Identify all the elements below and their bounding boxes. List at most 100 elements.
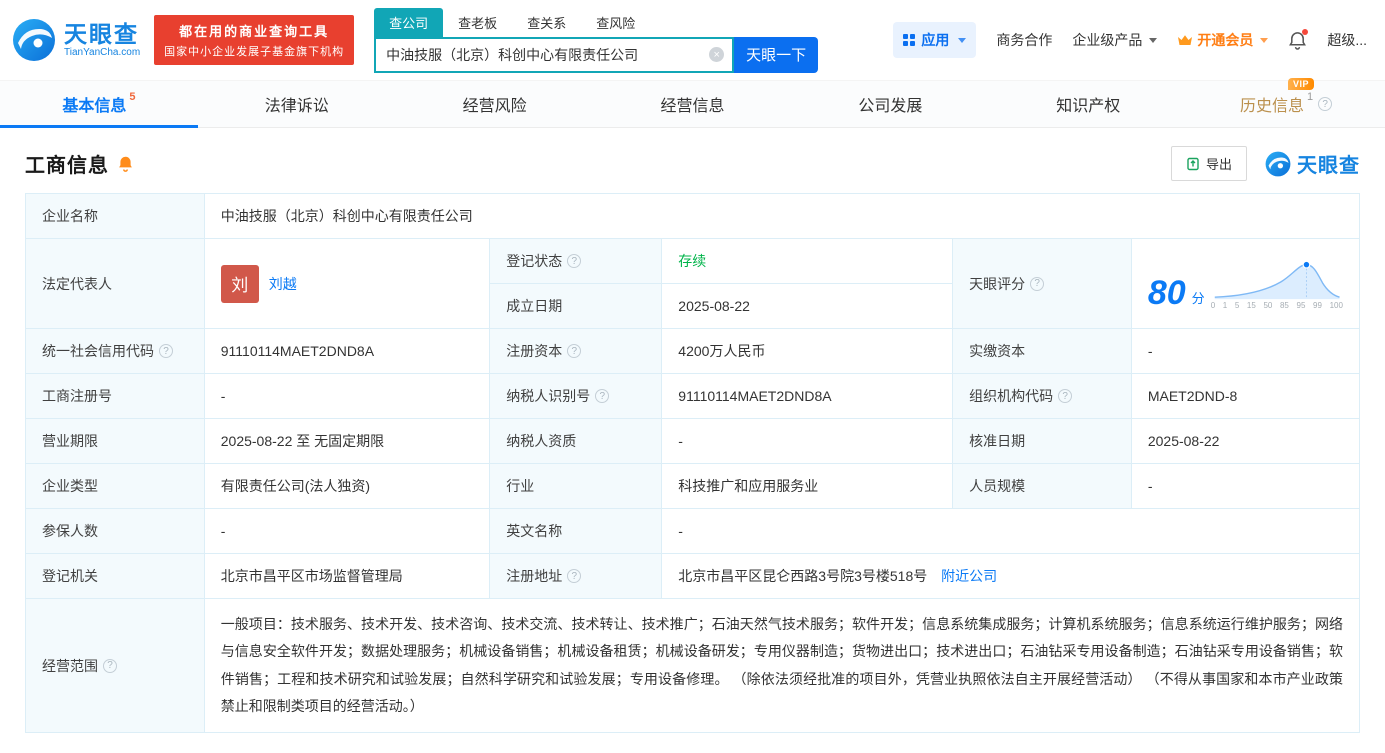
nav-vip-label: 开通会员 <box>1197 32 1254 48</box>
value-taxpayer-id: 91110114MAET2DND8A <box>661 373 954 419</box>
search-tab-risk[interactable]: 查风险 <box>581 8 650 37</box>
nearby-companies-link[interactable]: 附近公司 <box>941 568 997 584</box>
promo-line1: 都在用的商业查询工具 <box>179 24 330 39</box>
tab-legal-proceedings[interactable]: 法律诉讼 <box>198 81 396 127</box>
notification-bell[interactable] <box>1288 28 1309 50</box>
value-english-name: - <box>661 508 1360 554</box>
tianyancha-watermark: 天眼查 <box>1265 149 1360 178</box>
help-icon[interactable] <box>103 658 117 673</box>
legal-rep-link[interactable]: 刘越 <box>269 274 297 294</box>
label-tianyan-score: 天眼评分 <box>952 238 1132 329</box>
notification-dot <box>1302 28 1309 35</box>
tab-operating-risk[interactable]: 经营风险 <box>396 81 594 127</box>
value-approval-date: 2025-08-22 <box>1130 418 1361 464</box>
value-business-term: 2025-08-22 至 无固定期限 <box>203 418 491 464</box>
nav-open-vip[interactable]: 开通会员 <box>1177 30 1269 50</box>
nav-enterprise-label: 企业级产品 <box>1072 32 1143 48</box>
value-paid-capital: - <box>1130 328 1361 374</box>
value-org-code: MAET2DND-8 <box>1130 373 1361 419</box>
help-icon[interactable] <box>567 254 582 268</box>
label-reg-number: 工商注册号 <box>25 373 205 419</box>
user-name: 超级... <box>1327 32 1367 48</box>
search-row: 天眼一下 <box>374 36 819 73</box>
tianyancha-logo-icon <box>13 19 55 61</box>
value-tianyan-score: 80 分 0 1 5 15 50 85 95 99 100 <box>1130 238 1361 329</box>
value-reg-status: 存续 <box>661 238 954 284</box>
tab-operating-info[interactable]: 经营信息 <box>594 81 792 127</box>
chevron-down-icon <box>958 37 967 43</box>
help-icon[interactable] <box>1030 276 1045 291</box>
value-taxpayer-quality: - <box>661 418 954 464</box>
tab-history-count: 1 <box>1307 91 1314 103</box>
label-reg-authority: 登记机关 <box>25 553 205 599</box>
monitor-bell-icon[interactable] <box>117 155 134 172</box>
watermark-text: 天眼查 <box>1297 155 1360 177</box>
value-company-type: 有限责任公司(法人独资) <box>203 463 491 509</box>
business-info-table: 企业名称 中油技服（北京）科创中心有限责任公司 法定代表人 刘 刘越 登记状态 … <box>25 193 1361 734</box>
promo-line2: 国家中小企业发展子基金旗下机构 <box>164 46 345 58</box>
chevron-down-icon <box>1149 37 1158 43</box>
tab-basic-label: 基本信息 <box>62 98 127 115</box>
help-icon[interactable] <box>159 344 173 358</box>
export-label: 导出 <box>1205 157 1232 172</box>
tab-basic-count: 5 <box>129 91 136 103</box>
brand-name: 天眼查 <box>64 20 139 47</box>
top-header: 天眼查 TianYanCha.com 都在用的商业查询工具 国家中小企业发展子基… <box>0 0 1385 80</box>
label-approval-date: 核准日期 <box>952 418 1132 464</box>
search-tabs: 查公司 查老板 查关系 查风险 <box>374 7 818 37</box>
tab-legal-label: 法律诉讼 <box>264 98 329 115</box>
label-legal-rep: 法定代表人 <box>25 238 205 329</box>
help-icon[interactable] <box>567 569 582 583</box>
search-tab-relation[interactable]: 查关系 <box>512 8 581 37</box>
label-company-name: 企业名称 <box>25 193 205 239</box>
help-icon[interactable] <box>595 389 610 403</box>
chevron-down-icon <box>1260 37 1269 43</box>
help-icon[interactable] <box>567 344 582 358</box>
tab-ip-label: 知识产权 <box>1056 98 1121 115</box>
export-icon <box>1187 157 1199 170</box>
label-insured-count: 参保人数 <box>25 508 205 554</box>
search-input[interactable] <box>376 39 733 70</box>
value-reg-address: 北京市昌平区昆仑西路3号院3号楼518号 附近公司 <box>661 553 1360 599</box>
value-legal-rep: 刘 刘越 <box>203 238 491 329</box>
value-establish-date: 2025-08-22 <box>661 283 954 329</box>
section-head: 工商信息 导出 天眼查 <box>25 146 1360 181</box>
tianyancha-logo[interactable]: 天眼查 TianYanCha.com <box>12 18 140 62</box>
search-area: 查公司 查老板 查关系 查风险 天眼一下 <box>374 7 819 73</box>
label-staff-size: 人员规模 <box>952 463 1132 509</box>
nav-enterprise-products[interactable]: 企业级产品 <box>1072 30 1158 50</box>
value-business-scope: 一般项目：技术服务、技术开发、技术咨询、技术交流、技术转让、技术推广；石油天然气… <box>203 597 1361 734</box>
tab-intellectual-property[interactable]: 知识产权 <box>989 81 1187 127</box>
search-tab-company[interactable]: 查公司 <box>374 7 444 37</box>
help-icon[interactable] <box>1318 97 1333 111</box>
top-right-nav: 应用 商务合作 企业级产品 开通会员 超级... <box>893 22 1367 58</box>
legal-rep-avatar[interactable]: 刘 <box>220 264 259 303</box>
help-icon[interactable] <box>1058 389 1073 403</box>
search-tab-boss[interactable]: 查老板 <box>443 8 512 37</box>
label-industry: 行业 <box>489 463 663 509</box>
label-reg-capital: 注册资本 <box>489 328 663 374</box>
tab-basic-info[interactable]: 基本信息 5 <box>0 81 198 128</box>
tab-operation-label: 经营信息 <box>660 98 725 115</box>
search-input-wrap <box>374 36 735 73</box>
value-reg-authority: 北京市昌平区市场监督管理局 <box>203 553 491 599</box>
search-button[interactable]: 天眼一下 <box>734 36 819 73</box>
brand-domain: TianYanCha.com <box>64 47 141 59</box>
apps-menu[interactable]: 应用 <box>893 22 977 58</box>
promo-badge: 都在用的商业查询工具 国家中小企业发展子基金旗下机构 <box>154 15 355 65</box>
label-reg-address: 注册地址 <box>489 553 663 599</box>
user-menu[interactable]: 超级... <box>1327 30 1367 50</box>
label-company-type: 企业类型 <box>25 463 205 509</box>
value-reg-number: - <box>203 373 491 419</box>
crown-icon <box>1178 35 1193 45</box>
nav-business-cooperation[interactable]: 商务合作 <box>996 30 1052 50</box>
section-title: 工商信息 <box>25 155 109 177</box>
label-english-name: 英文名称 <box>489 508 663 554</box>
tab-company-development[interactable]: 公司发展 <box>791 81 989 127</box>
tab-history-info[interactable]: 历史信息 VIP 1 <box>1187 78 1385 127</box>
grid-icon <box>903 34 916 46</box>
vip-badge: VIP <box>1288 78 1315 90</box>
value-industry: 科技推广和应用服务业 <box>661 463 954 509</box>
score-value: 80 <box>1147 274 1186 312</box>
export-button[interactable]: 导出 <box>1170 146 1247 181</box>
